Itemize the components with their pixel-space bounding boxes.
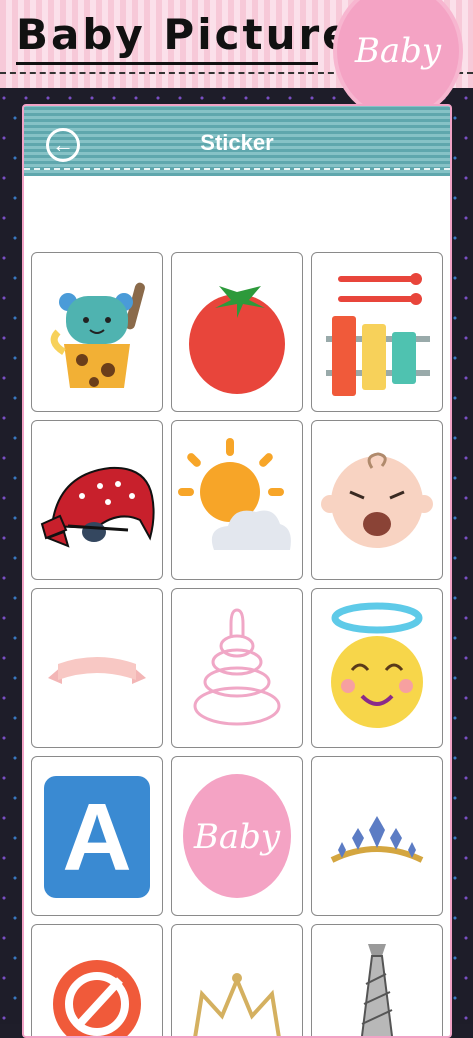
sticker-tile-pirate-bandana[interactable] [31,420,163,580]
sticker-tile-pink-ribbon-banner[interactable] [31,588,163,748]
sticker-tile-xylophone[interactable] [311,252,443,412]
pink-ribbon-banner-icon [48,657,146,684]
sticker-tile-stacking-rings-toy[interactable] [171,588,303,748]
baby-label-icon: Baby [183,774,291,898]
sun-cloud-icon [178,438,291,550]
sticker-tile-tomato[interactable] [171,252,303,412]
tiara-icon [330,816,424,863]
sticker-tile-tiara[interactable] [311,756,443,916]
baby-label-text: Baby [193,817,281,857]
sticker-tile-crown[interactable] [171,924,303,1036]
xylophone-icon [326,273,430,396]
panel-header-dashes [24,168,450,170]
letter-a-block-icon: A [44,776,150,898]
sticker-tile-letter-a-block[interactable]: A [31,756,163,916]
sticker-tile-sun-cloud[interactable] [171,420,303,580]
sticker-tile-caveman-monster[interactable] [31,252,163,412]
baby-badge-text: Baby [354,31,442,71]
sticker-tile-necktie[interactable] [311,924,443,1036]
crown-icon [193,973,281,1036]
angel-emoji-icon [331,602,423,728]
sticker-panel-header: ← Sticker [24,106,450,176]
app-header: Baby Picture Baby [0,0,473,116]
pirate-bandana-icon [40,466,155,548]
necktie-icon [360,944,394,1036]
panel-title: Sticker [200,130,274,155]
sticker-tile-pacifier[interactable] [31,924,163,1036]
app-title: Baby Picture [16,10,354,59]
crying-baby-face-icon [321,452,433,548]
stacking-rings-toy-icon [193,608,281,726]
pacifier-icon [53,960,141,1036]
sticker-tile-angel-emoji[interactable] [311,588,443,748]
sticker-tile-baby-label[interactable]: Baby [171,756,303,916]
title-underline [16,62,318,65]
tomato-icon [189,286,285,394]
sticker-tile-crying-baby-face[interactable] [311,420,443,580]
caveman-monster-icon [50,282,145,388]
letter-a-text: A [62,784,131,891]
sticker-panel: ← Sticker A Baby [22,104,452,1038]
